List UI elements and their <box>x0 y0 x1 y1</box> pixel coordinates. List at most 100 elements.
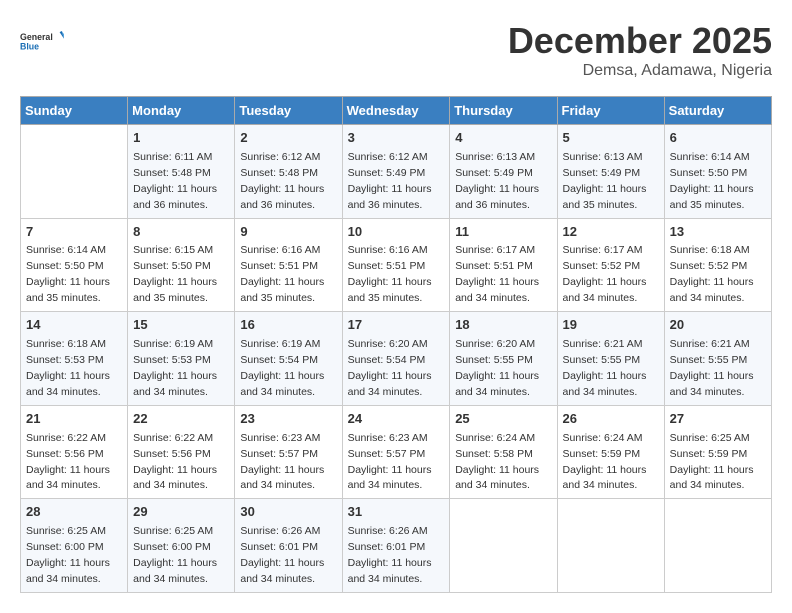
day-number: 2 <box>240 129 336 148</box>
calendar-cell <box>557 499 664 593</box>
sunrise-text: Sunrise: 6:17 AMSunset: 5:51 PMDaylight:… <box>455 244 539 304</box>
header-monday: Monday <box>128 97 235 125</box>
day-number: 28 <box>26 503 122 522</box>
sunrise-text: Sunrise: 6:13 AMSunset: 5:49 PMDaylight:… <box>563 151 647 211</box>
day-number: 10 <box>348 223 445 242</box>
calendar-cell: 17 Sunrise: 6:20 AMSunset: 5:54 PMDaylig… <box>342 312 450 406</box>
day-number: 8 <box>133 223 229 242</box>
calendar-cell: 21 Sunrise: 6:22 AMSunset: 5:56 PMDaylig… <box>21 405 128 499</box>
sunrise-text: Sunrise: 6:19 AMSunset: 5:54 PMDaylight:… <box>240 338 324 398</box>
sunrise-text: Sunrise: 6:26 AMSunset: 6:01 PMDaylight:… <box>240 525 324 585</box>
logo-svg: General Blue <box>20 20 64 64</box>
header-friday: Friday <box>557 97 664 125</box>
calendar-cell: 27 Sunrise: 6:25 AMSunset: 5:59 PMDaylig… <box>664 405 771 499</box>
calendar-cell <box>664 499 771 593</box>
sunrise-text: Sunrise: 6:12 AMSunset: 5:49 PMDaylight:… <box>348 151 432 211</box>
sunrise-text: Sunrise: 6:14 AMSunset: 5:50 PMDaylight:… <box>670 151 754 211</box>
header-wednesday: Wednesday <box>342 97 450 125</box>
day-number: 25 <box>455 410 551 429</box>
calendar-cell: 13 Sunrise: 6:18 AMSunset: 5:52 PMDaylig… <box>664 218 771 312</box>
calendar-cell: 9 Sunrise: 6:16 AMSunset: 5:51 PMDayligh… <box>235 218 342 312</box>
page-header: General Blue December 2025 Demsa, Adamaw… <box>20 20 772 80</box>
day-number: 29 <box>133 503 229 522</box>
svg-text:Blue: Blue <box>20 42 39 52</box>
day-number: 26 <box>563 410 659 429</box>
calendar-cell: 6 Sunrise: 6:14 AMSunset: 5:50 PMDayligh… <box>664 125 771 219</box>
sunrise-text: Sunrise: 6:20 AMSunset: 5:55 PMDaylight:… <box>455 338 539 398</box>
header-tuesday: Tuesday <box>235 97 342 125</box>
day-number: 24 <box>348 410 445 429</box>
calendar-cell: 25 Sunrise: 6:24 AMSunset: 5:58 PMDaylig… <box>450 405 557 499</box>
calendar-cell: 2 Sunrise: 6:12 AMSunset: 5:48 PMDayligh… <box>235 125 342 219</box>
location-title: Demsa, Adamawa, Nigeria <box>508 62 772 80</box>
calendar-cell: 7 Sunrise: 6:14 AMSunset: 5:50 PMDayligh… <box>21 218 128 312</box>
month-title: December 2025 <box>508 20 772 62</box>
sunrise-text: Sunrise: 6:23 AMSunset: 5:57 PMDaylight:… <box>240 432 324 492</box>
calendar-cell: 19 Sunrise: 6:21 AMSunset: 5:55 PMDaylig… <box>557 312 664 406</box>
sunrise-text: Sunrise: 6:18 AMSunset: 5:53 PMDaylight:… <box>26 338 110 398</box>
calendar-cell: 15 Sunrise: 6:19 AMSunset: 5:53 PMDaylig… <box>128 312 235 406</box>
day-number: 1 <box>133 129 229 148</box>
calendar-cell: 18 Sunrise: 6:20 AMSunset: 5:55 PMDaylig… <box>450 312 557 406</box>
day-number: 23 <box>240 410 336 429</box>
calendar-cell: 30 Sunrise: 6:26 AMSunset: 6:01 PMDaylig… <box>235 499 342 593</box>
sunrise-text: Sunrise: 6:17 AMSunset: 5:52 PMDaylight:… <box>563 244 647 304</box>
day-number: 13 <box>670 223 766 242</box>
sunrise-text: Sunrise: 6:25 AMSunset: 6:00 PMDaylight:… <box>133 525 217 585</box>
sunrise-text: Sunrise: 6:15 AMSunset: 5:50 PMDaylight:… <box>133 244 217 304</box>
sunrise-text: Sunrise: 6:24 AMSunset: 5:58 PMDaylight:… <box>455 432 539 492</box>
calendar-cell: 8 Sunrise: 6:15 AMSunset: 5:50 PMDayligh… <box>128 218 235 312</box>
day-number: 18 <box>455 316 551 335</box>
calendar-cell: 16 Sunrise: 6:19 AMSunset: 5:54 PMDaylig… <box>235 312 342 406</box>
day-number: 4 <box>455 129 551 148</box>
sunrise-text: Sunrise: 6:11 AMSunset: 5:48 PMDaylight:… <box>133 151 217 211</box>
day-number: 15 <box>133 316 229 335</box>
sunrise-text: Sunrise: 6:24 AMSunset: 5:59 PMDaylight:… <box>563 432 647 492</box>
title-block: December 2025 Demsa, Adamawa, Nigeria <box>508 20 772 80</box>
calendar-cell: 26 Sunrise: 6:24 AMSunset: 5:59 PMDaylig… <box>557 405 664 499</box>
calendar-cell: 1 Sunrise: 6:11 AMSunset: 5:48 PMDayligh… <box>128 125 235 219</box>
sunrise-text: Sunrise: 6:23 AMSunset: 5:57 PMDaylight:… <box>348 432 432 492</box>
calendar-cell: 5 Sunrise: 6:13 AMSunset: 5:49 PMDayligh… <box>557 125 664 219</box>
calendar-cell <box>21 125 128 219</box>
calendar-cell: 29 Sunrise: 6:25 AMSunset: 6:00 PMDaylig… <box>128 499 235 593</box>
calendar-cell: 20 Sunrise: 6:21 AMSunset: 5:55 PMDaylig… <box>664 312 771 406</box>
calendar-cell: 10 Sunrise: 6:16 AMSunset: 5:51 PMDaylig… <box>342 218 450 312</box>
day-number: 31 <box>348 503 445 522</box>
sunrise-text: Sunrise: 6:20 AMSunset: 5:54 PMDaylight:… <box>348 338 432 398</box>
calendar-cell: 23 Sunrise: 6:23 AMSunset: 5:57 PMDaylig… <box>235 405 342 499</box>
calendar-cell: 14 Sunrise: 6:18 AMSunset: 5:53 PMDaylig… <box>21 312 128 406</box>
calendar-cell: 24 Sunrise: 6:23 AMSunset: 5:57 PMDaylig… <box>342 405 450 499</box>
sunrise-text: Sunrise: 6:25 AMSunset: 6:00 PMDaylight:… <box>26 525 110 585</box>
calendar-cell: 28 Sunrise: 6:25 AMSunset: 6:00 PMDaylig… <box>21 499 128 593</box>
calendar-cell: 31 Sunrise: 6:26 AMSunset: 6:01 PMDaylig… <box>342 499 450 593</box>
day-number: 19 <box>563 316 659 335</box>
day-number: 11 <box>455 223 551 242</box>
sunrise-text: Sunrise: 6:22 AMSunset: 5:56 PMDaylight:… <box>26 432 110 492</box>
calendar-cell: 12 Sunrise: 6:17 AMSunset: 5:52 PMDaylig… <box>557 218 664 312</box>
sunrise-text: Sunrise: 6:25 AMSunset: 5:59 PMDaylight:… <box>670 432 754 492</box>
sunrise-text: Sunrise: 6:19 AMSunset: 5:53 PMDaylight:… <box>133 338 217 398</box>
day-number: 21 <box>26 410 122 429</box>
sunrise-text: Sunrise: 6:12 AMSunset: 5:48 PMDaylight:… <box>240 151 324 211</box>
svg-text:General: General <box>20 32 53 42</box>
day-number: 27 <box>670 410 766 429</box>
header-thursday: Thursday <box>450 97 557 125</box>
logo: General Blue <box>20 20 64 64</box>
day-number: 16 <box>240 316 336 335</box>
sunrise-text: Sunrise: 6:16 AMSunset: 5:51 PMDaylight:… <box>240 244 324 304</box>
day-number: 14 <box>26 316 122 335</box>
calendar-cell: 3 Sunrise: 6:12 AMSunset: 5:49 PMDayligh… <box>342 125 450 219</box>
calendar-table: SundayMondayTuesdayWednesdayThursdayFrid… <box>20 96 772 593</box>
day-number: 17 <box>348 316 445 335</box>
calendar-cell: 4 Sunrise: 6:13 AMSunset: 5:49 PMDayligh… <box>450 125 557 219</box>
header-sunday: Sunday <box>21 97 128 125</box>
day-number: 30 <box>240 503 336 522</box>
day-number: 20 <box>670 316 766 335</box>
calendar-cell <box>450 499 557 593</box>
day-number: 9 <box>240 223 336 242</box>
day-number: 12 <box>563 223 659 242</box>
sunrise-text: Sunrise: 6:18 AMSunset: 5:52 PMDaylight:… <box>670 244 754 304</box>
day-number: 5 <box>563 129 659 148</box>
sunrise-text: Sunrise: 6:16 AMSunset: 5:51 PMDaylight:… <box>348 244 432 304</box>
